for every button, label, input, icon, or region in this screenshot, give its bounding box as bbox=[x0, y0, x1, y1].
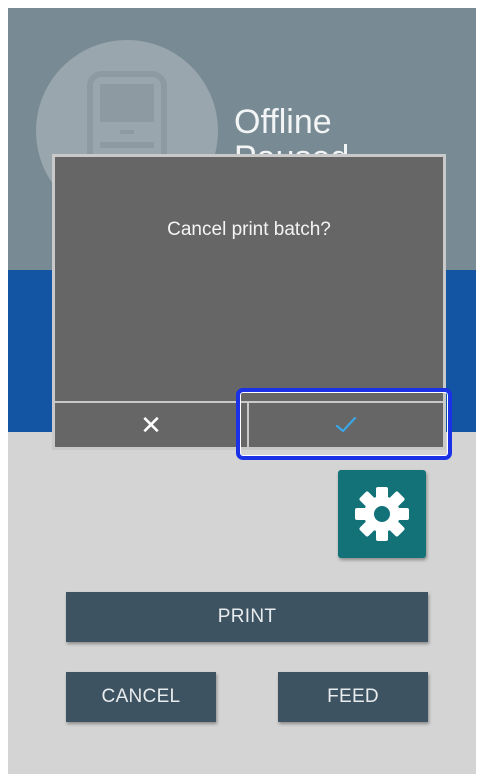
dialog-button-bar: ✕ bbox=[55, 401, 443, 447]
status-text-primary: Offline bbox=[234, 103, 332, 141]
dialog-confirm-button[interactable] bbox=[249, 403, 443, 447]
app-screen: Offline Paused PRINT CANCEL FEED Cancel … bbox=[8, 8, 476, 774]
dialog-message: Cancel print batch? bbox=[167, 219, 331, 240]
feed-button[interactable]: FEED bbox=[278, 672, 428, 722]
check-icon bbox=[335, 416, 357, 433]
confirm-dialog: Cancel print batch? ✕ bbox=[52, 154, 446, 450]
settings-button[interactable] bbox=[338, 470, 426, 558]
print-button[interactable]: PRINT bbox=[66, 592, 428, 642]
gear-icon bbox=[355, 487, 409, 541]
cancel-button[interactable]: CANCEL bbox=[66, 672, 216, 722]
close-icon: ✕ bbox=[140, 409, 162, 440]
dialog-dismiss-button[interactable]: ✕ bbox=[55, 403, 249, 447]
